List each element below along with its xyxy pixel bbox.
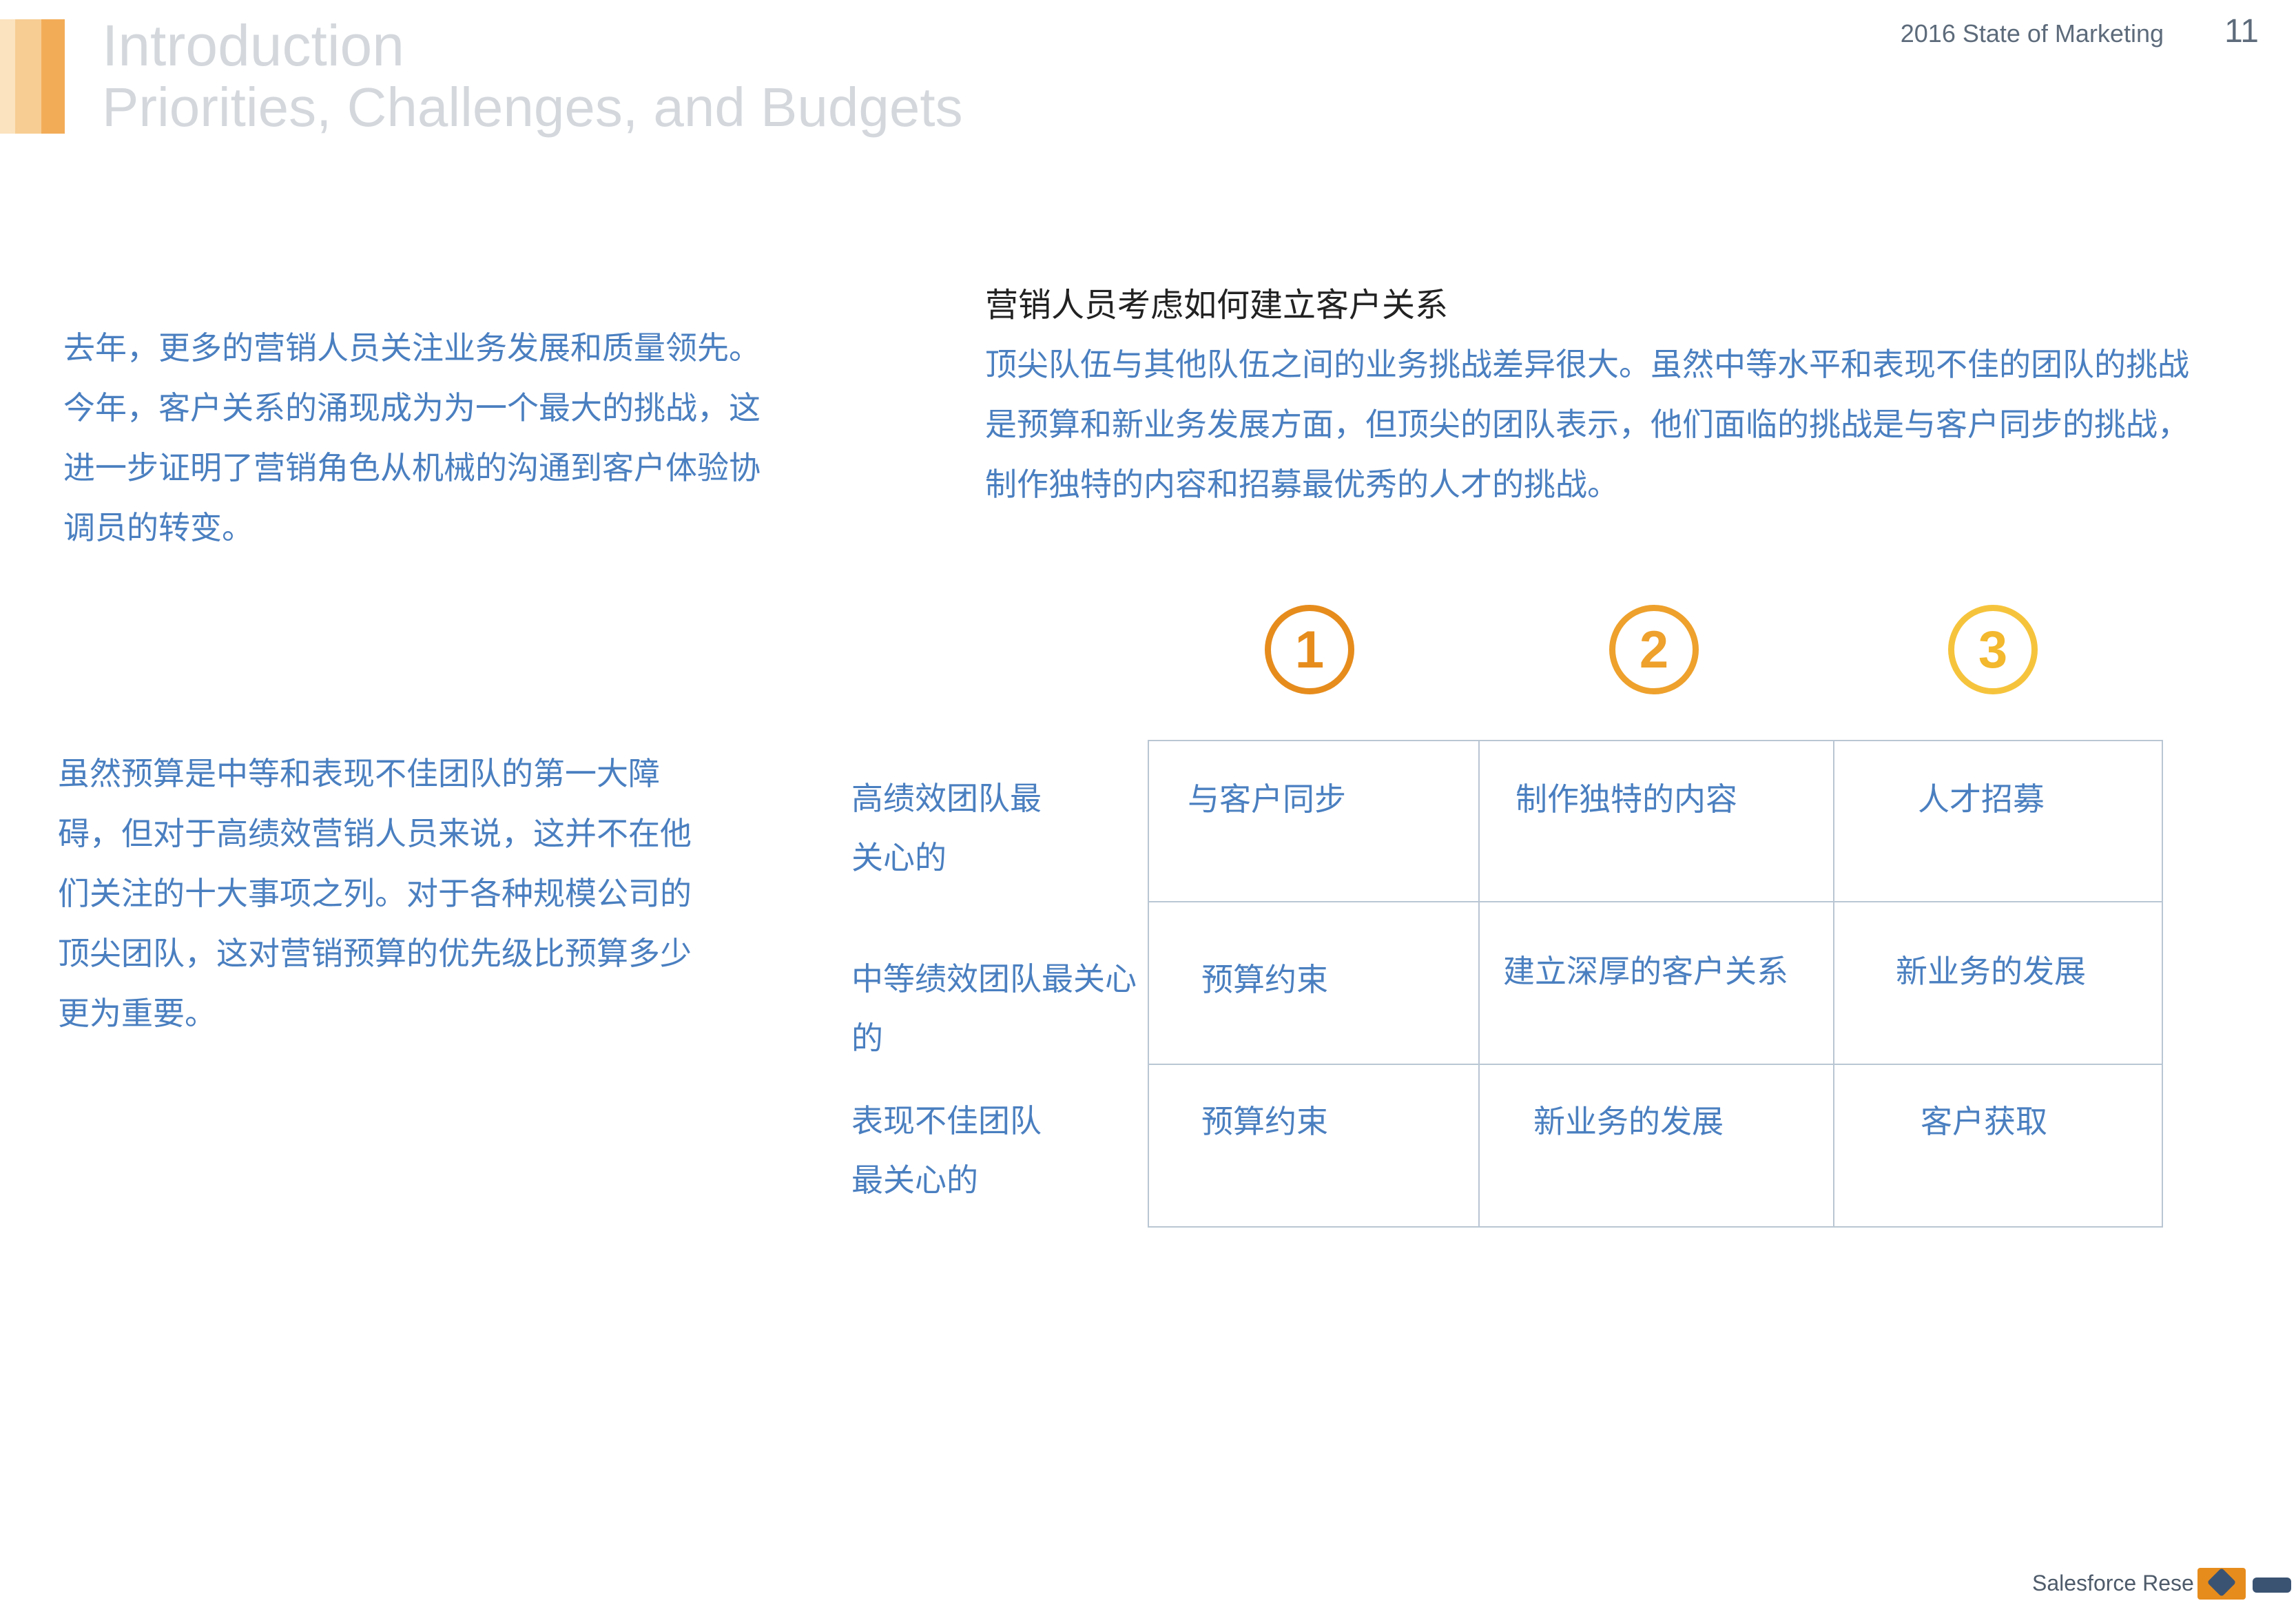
table-divider [1148, 1064, 2163, 1065]
row-label-high-performers: 高绩效团队最关心的 [851, 780, 1042, 876]
rank-1-badge: 1 [1265, 605, 1354, 694]
table-cell: 新业务的发展 [1896, 953, 2086, 990]
table-cell: 与客户同步 [1188, 780, 1346, 818]
table-divider [1148, 901, 2163, 902]
page-title: Introduction [102, 13, 404, 78]
report-name: 2016 State of Marketing [1900, 19, 2164, 48]
table-cell: 客户获取 [1921, 1103, 2047, 1140]
row-label-moderate-performers: 中等绩效团队最关心的 [851, 960, 1137, 1057]
table-cell: 预算约束 [1201, 961, 1328, 998]
footer-tag-icon [2253, 1578, 2291, 1593]
section-paragraph: 顶尖队伍与其他队伍之间的业务挑战差异很大。虽然中等水平和表现不佳的团队的挑战是预… [985, 346, 2189, 503]
table-divider [1478, 740, 1480, 1228]
table-cell: 新业务的发展 [1533, 1103, 1724, 1140]
header-accent-bar-medium [15, 19, 41, 134]
header-accent-bar-light [0, 19, 15, 134]
header-accent-bar-dark [41, 19, 65, 134]
section-title: 营销人员考虑如何建立客户关系 [985, 286, 1449, 324]
table-cell: 制作独特的内容 [1516, 780, 1737, 818]
budget-paragraph: 虽然预算是中等和表现不佳团队的第一大障碍，但对于高绩效营销人员来说，这并不在他们… [58, 755, 692, 1032]
page-number: 11 [2224, 13, 2259, 50]
table-cell: 预算约束 [1201, 1103, 1328, 1140]
rank-3-badge: 3 [1948, 605, 2038, 694]
footer-source: Salesforce Rese [2032, 1571, 2194, 1595]
table-divider [1833, 740, 1834, 1228]
intro-paragraph: 去年，更多的营销人员关注业务发展和质量领先。今年，客户关系的涌现成为为一个最大的… [63, 329, 761, 546]
page-subtitle: Priorities, Challenges, and Budgets [102, 76, 963, 138]
table-cell: 人才招募 [1918, 780, 2045, 818]
table-cell: 建立深厚的客户关系 [1503, 953, 1788, 990]
rank-2-badge: 2 [1609, 605, 1699, 694]
salesforce-research-logo-icon [2197, 1568, 2246, 1600]
row-label-underperformers: 表现不佳团队最关心的 [851, 1102, 1042, 1199]
